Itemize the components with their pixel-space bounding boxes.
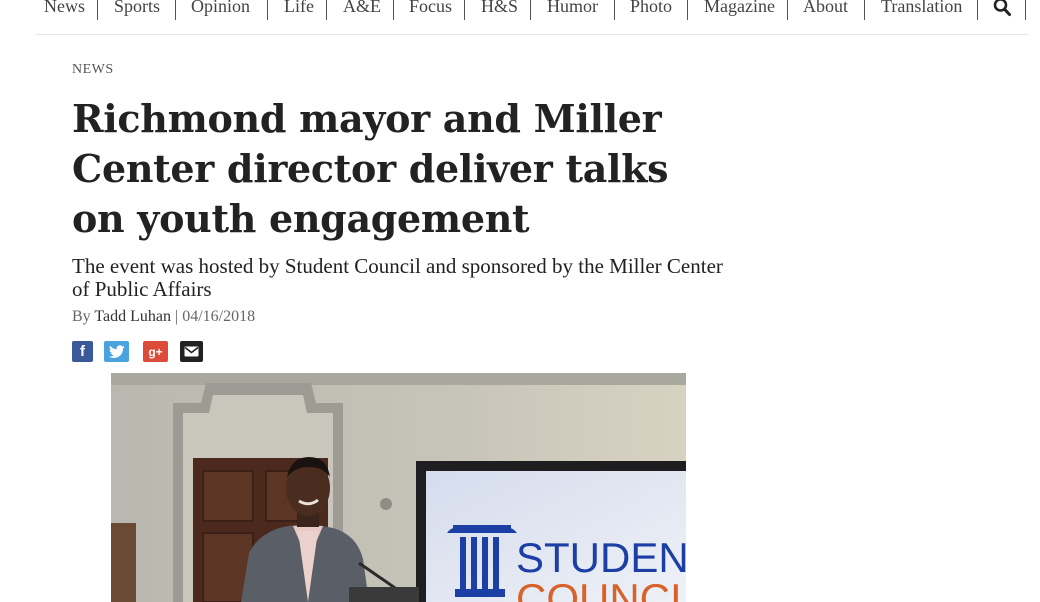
nav-life[interactable]: Life xyxy=(284,0,314,17)
article-subhead: The event was hosted by Student Council … xyxy=(72,254,723,301)
nav-separator xyxy=(864,0,865,20)
nav-separator xyxy=(614,0,615,20)
email-icon[interactable] xyxy=(180,341,203,362)
facebook-icon[interactable]: f xyxy=(72,341,93,362)
byline-prefix: By xyxy=(72,308,91,325)
screen-text-line1: STUDEN xyxy=(516,534,686,581)
nav-hs[interactable]: H&S xyxy=(481,0,518,17)
nav-separator xyxy=(1025,0,1026,20)
nav-ae[interactable]: A&E xyxy=(343,0,381,17)
nav-separator xyxy=(787,0,788,20)
nav-separator xyxy=(687,0,688,20)
search-icon[interactable] xyxy=(993,0,1011,17)
nav-separator xyxy=(464,0,465,20)
nav-opinion[interactable]: Opinion xyxy=(191,0,250,17)
google-plus-glyph: g+ xyxy=(148,344,163,359)
nav-separator xyxy=(326,0,327,20)
nav-separator xyxy=(393,0,394,20)
nav-focus[interactable]: Focus xyxy=(409,0,452,17)
nav-about[interactable]: About xyxy=(803,0,848,17)
nav-news[interactable]: News xyxy=(44,0,85,17)
nav-photo[interactable]: Photo xyxy=(630,0,672,17)
nav-translation[interactable]: Translation xyxy=(881,0,962,17)
photo-scene: STUDEN COUNCI xyxy=(111,373,686,602)
nav-separator xyxy=(977,0,978,20)
nav-separator xyxy=(97,0,98,20)
twitter-icon[interactable] xyxy=(104,341,129,362)
article-headline: Richmond mayor and Miller Center directo… xyxy=(72,96,669,241)
nav-separator xyxy=(530,0,531,20)
section-label[interactable]: NEWS xyxy=(72,62,114,78)
publish-date: 04/16/2018 xyxy=(182,308,256,325)
nav-separator xyxy=(175,0,176,20)
nav-magazine[interactable]: Magazine xyxy=(704,0,775,17)
screen-text-line2: COUNCI xyxy=(516,575,682,602)
byline: By Tadd Luhan | 04/16/2018 xyxy=(72,308,255,326)
nav-separator xyxy=(267,0,268,20)
nav-humor[interactable]: Humor xyxy=(547,0,598,17)
google-plus-icon[interactable]: g+ xyxy=(143,341,168,362)
top-navigation: News Sports Opinion Life A&E Focus H&S H… xyxy=(36,0,1028,35)
article-photo[interactable]: STUDEN COUNCI xyxy=(111,373,686,602)
facebook-glyph: f xyxy=(80,343,85,360)
byline-separator: | xyxy=(175,308,179,325)
author-link[interactable]: Tadd Luhan xyxy=(94,308,171,325)
nav-sports[interactable]: Sports xyxy=(114,0,160,17)
